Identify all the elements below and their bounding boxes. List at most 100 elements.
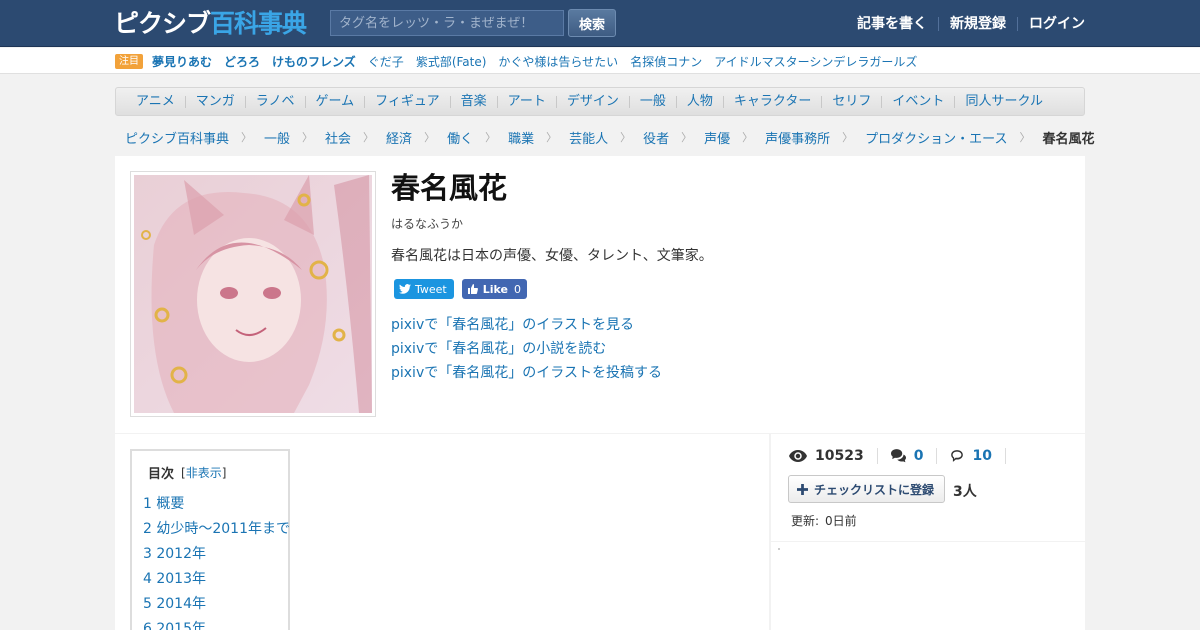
trending-tag-link[interactable]: けものフレンズ	[272, 53, 356, 70]
pixiv-links: pixivで「春名風花」のイラストを見る pixivで「春名風花」の小説を読む …	[391, 313, 662, 385]
toc-item-link[interactable]: 2 幼少時～2011年まで	[143, 521, 290, 537]
toc-item: 2 幼少時～2011年まで	[143, 517, 290, 542]
facebook-like-button[interactable]: Like 0	[461, 279, 528, 299]
category-link[interactable]: ラノベ	[244, 95, 305, 108]
breadcrumb-link[interactable]: 役者	[643, 128, 669, 147]
tweet-button[interactable]: Tweet	[394, 279, 454, 299]
trending-tag-link[interactable]: かぐや様は告らせたい	[498, 53, 618, 70]
breadcrumb-link[interactable]: 経済	[386, 128, 412, 147]
category-link[interactable]: フィギュア	[364, 95, 449, 108]
toc-title: 目次	[148, 467, 175, 482]
category-link[interactable]: マンガ	[184, 95, 245, 108]
category-link[interactable]: 同人サークル	[954, 95, 1053, 108]
category-link[interactable]: アニメ	[126, 95, 185, 108]
view-count-stat: 10523	[789, 448, 877, 464]
trending-tag-link[interactable]: 名探偵コナン	[630, 53, 702, 70]
search-button[interactable]: 検索	[568, 9, 616, 37]
checklist-label: チェックリストに登録	[814, 482, 935, 497]
article-thumbnail[interactable]	[130, 171, 376, 417]
breadcrumb-link[interactable]: 声優	[704, 128, 730, 147]
thumbs-up-icon	[467, 284, 478, 295]
like-label: Like	[482, 282, 509, 296]
breadcrumb-link[interactable]: 一般	[264, 128, 290, 147]
talk-count-stat[interactable]: 10	[936, 448, 1006, 464]
header-nav: 記事を書く 新規登録 ログイン	[846, 0, 1085, 47]
toc-hide-link[interactable]: 非表示	[186, 466, 222, 480]
updated-info: 更新: 0日前	[791, 512, 857, 529]
login-link[interactable]: ログイン	[1017, 16, 1085, 31]
toc-item-link[interactable]: 3 2012年	[143, 546, 206, 562]
trending-tag-link[interactable]: 紫式部(Fate)	[416, 53, 487, 70]
logo-text-dic: 百科事典	[210, 9, 307, 38]
stats-row: 10523 0 10	[789, 447, 1006, 465]
updated-value: 0日前	[825, 514, 857, 528]
breadcrumb-link[interactable]: 働く	[447, 128, 473, 147]
breadcrumb-link[interactable]: 声優事務所	[765, 128, 830, 147]
category-link[interactable]: 人物	[675, 95, 723, 108]
breadcrumb-separator-icon: 〉	[485, 131, 497, 144]
breadcrumb-separator-icon: 〉	[842, 131, 854, 144]
title-reading: はるなふうか	[391, 217, 464, 231]
write-article-link[interactable]: 記事を書く	[846, 17, 938, 31]
category-link[interactable]: 一般	[628, 95, 676, 108]
category-link[interactable]: 音楽	[449, 95, 497, 108]
toc-item-link[interactable]: 1 概要	[143, 496, 184, 512]
breadcrumb-separator-icon: 〉	[424, 131, 436, 144]
toc-toggle-wrap: [非表示]	[181, 464, 226, 481]
toc-item-link[interactable]: 6 2015年	[143, 621, 206, 630]
category-link[interactable]: イベント	[881, 95, 954, 108]
talk-count: 10	[972, 448, 992, 464]
trending-tag-link[interactable]: アイドルマスターシンデレラガールズ	[714, 53, 917, 70]
article-summary: 春名風花は日本の声優、女優、タレント、文筆家。	[391, 248, 713, 264]
checklist-count: 3人	[953, 484, 977, 500]
category-nav: アニメ マンガ ラノベ ゲーム フィギュア 音楽 アート デザイン 一般 人物 キャラクター セリフイ…	[115, 87, 1085, 116]
site-logo[interactable]: ピクシブ 百科事典	[114, 9, 307, 39]
pixiv-view-illust-link[interactable]: pixivで「春名風花」のイラストを見る	[391, 313, 662, 337]
talk-bubble-icon	[951, 450, 964, 462]
toc-item: 3 2012年	[143, 542, 288, 567]
pixiv-post-illust-link[interactable]: pixivで「春名風花」のイラストを投稿する	[391, 361, 662, 385]
breadcrumb-separator-icon: 〉	[681, 131, 693, 144]
trending-tag-link[interactable]: ぐだ子	[368, 53, 404, 70]
breadcrumb-link[interactable]: 社会	[325, 128, 351, 147]
toc-item: 5 2014年	[143, 592, 288, 617]
breadcrumb-separator-icon: 〉	[546, 131, 558, 144]
trending-tag-link[interactable]: どろろ	[224, 53, 260, 70]
category-link[interactable]: ゲーム	[304, 95, 365, 108]
toc-item: 6 2015年	[143, 617, 288, 630]
plus-icon	[797, 483, 808, 495]
breadcrumb-separator-icon: 〉	[302, 131, 314, 144]
category-link[interactable]: キャラクター	[722, 95, 821, 108]
table-of-contents: 目次 [非表示] 1 概要 2 幼少時～2011年まで 3 2012年 4 2013年…	[130, 449, 290, 630]
category-link[interactable]: アート	[496, 95, 556, 108]
search-input[interactable]	[330, 10, 564, 36]
comment-count: 0	[913, 448, 924, 464]
view-count: 10523	[815, 448, 864, 464]
breadcrumb-separator-icon: 〉	[620, 131, 632, 144]
site-header: ピクシブ百科事典 検索 記事を書く 新規登録 ログイン	[0, 0, 1200, 47]
pixiv-read-novel-link[interactable]: pixivで「春名風花」の小説を読む	[391, 337, 662, 361]
breadcrumb-link[interactable]: 芸能人	[569, 128, 608, 147]
signup-link[interactable]: 新規登録	[938, 16, 1017, 31]
breadcrumb-link[interactable]: 職業	[508, 128, 534, 147]
trending-tag-link[interactable]: 夢見りあむ	[152, 53, 212, 70]
twitter-bird-icon	[399, 284, 411, 294]
page-title: 春名風花	[391, 171, 508, 205]
trending-list: 注目 夢見りあむ どろろ けものフレンズ ぐだ子 紫式部(Fate) かぐや様は告らせたい…	[115, 48, 929, 74]
toc-item-link[interactable]: 5 2014年	[143, 596, 206, 612]
toc-item: 1 概要	[143, 492, 288, 517]
article-body: 目次 [非表示] 1 概要 2 幼少時～2011年まで 3 2012年 4 2013年…	[115, 434, 769, 630]
category-link[interactable]: デザイン	[555, 95, 629, 108]
like-count: 0	[514, 282, 522, 296]
sidebar-dot	[778, 548, 780, 550]
add-to-checklist-button[interactable]: チェックリストに登録	[788, 475, 945, 503]
breadcrumb-link[interactable]: ピクシブ百科事典	[125, 128, 229, 147]
comment-count-stat[interactable]: 0	[876, 448, 937, 464]
toc-item: 4 2013年	[143, 567, 288, 592]
breadcrumb-link[interactable]: プロダクション・エース	[865, 128, 1007, 147]
toc-item-link[interactable]: 4 2013年	[143, 571, 206, 587]
category-link[interactable]: セリフ	[821, 95, 881, 108]
toc-bracket-close: ]	[221, 466, 227, 480]
trending-bar: 注目 夢見りあむ どろろ けものフレンズ ぐだ子 紫式部(Fate) かぐや様は告らせたい…	[0, 48, 1200, 74]
tweet-label: Tweet	[415, 282, 447, 296]
